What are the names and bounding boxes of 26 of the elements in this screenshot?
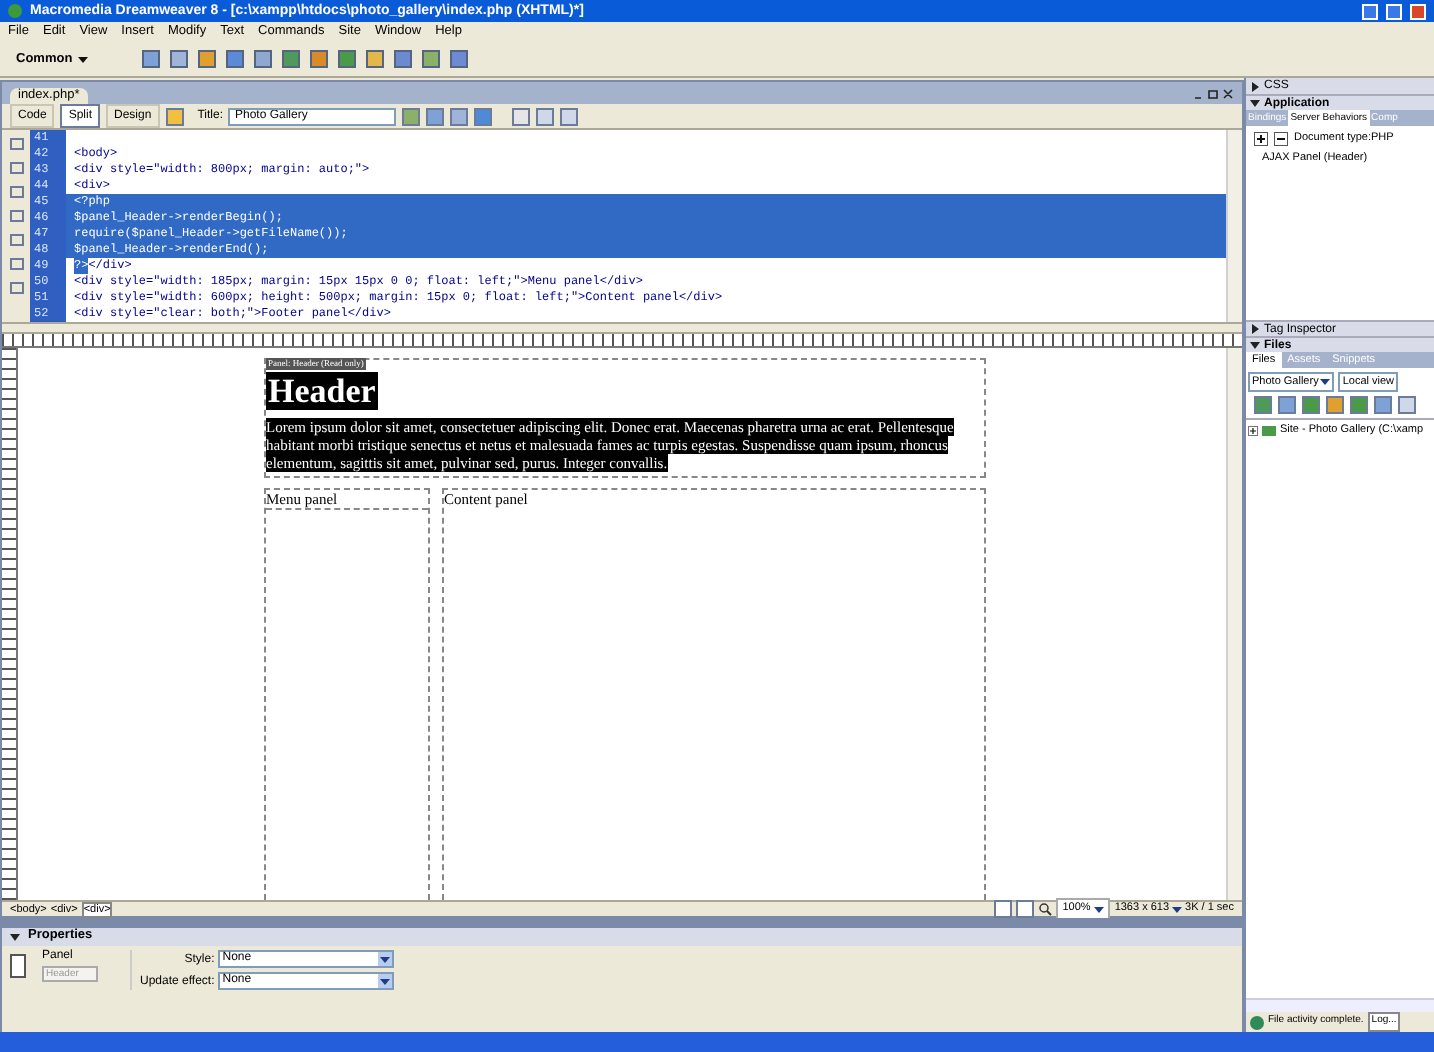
scrollbar[interactable] <box>1246 998 1434 1012</box>
expand-icon[interactable] <box>1248 425 1258 436</box>
caret-icon[interactable] <box>1171 905 1182 913</box>
expanded-arrow-icon[interactable] <box>1250 98 1260 108</box>
caret-icon[interactable] <box>380 977 391 985</box>
minimize-icon[interactable] <box>1362 3 1378 19</box>
window-controls-icon[interactable] <box>1194 88 1234 100</box>
header-heading: Header <box>266 372 378 410</box>
caret-icon[interactable] <box>78 55 89 63</box>
expanded-arrow-icon[interactable] <box>10 932 20 942</box>
collapsed-arrow-icon[interactable] <box>1250 324 1260 334</box>
caret-icon[interactable] <box>1320 378 1331 387</box>
zoom-icon[interactable] <box>1038 902 1053 916</box>
expanded-arrow-icon[interactable] <box>1250 340 1260 350</box>
restore-icon[interactable] <box>1386 3 1402 19</box>
status-icon <box>1250 1015 1264 1029</box>
collapsed-arrow-icon[interactable] <box>1250 81 1260 91</box>
scrollbar[interactable] <box>1226 348 1242 900</box>
caret-icon[interactable] <box>380 955 391 963</box>
scrollbar[interactable] <box>1226 130 1242 322</box>
app-logo-icon <box>8 4 22 18</box>
remove-icon[interactable] <box>1274 131 1288 146</box>
add-icon[interactable] <box>1254 131 1268 146</box>
close-icon[interactable] <box>1410 3 1426 19</box>
panel-component-icon <box>10 954 26 978</box>
caret-icon[interactable] <box>1094 905 1105 913</box>
